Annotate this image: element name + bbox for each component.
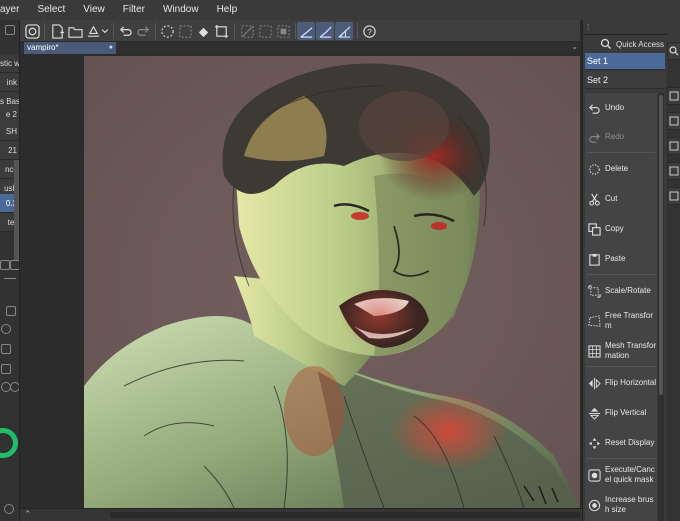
clip-studio-icon[interactable] (23, 22, 41, 40)
tab-menu-icon[interactable]: ⌄ (571, 42, 578, 51)
increase-brush-size-command[interactable]: Increase brush size (585, 490, 657, 520)
fill-icon[interactable] (176, 22, 194, 40)
cut-command[interactable]: Cut (585, 184, 657, 214)
side-dock (667, 42, 680, 521)
help-icon[interactable]: ? (360, 22, 378, 40)
scissors-icon (589, 193, 600, 206)
svg-text:?: ? (367, 26, 372, 36)
free-transform-icon (588, 314, 601, 327)
redo-icon[interactable] (134, 22, 152, 40)
trash-icon[interactable] (10, 260, 19, 270)
menu-bar: ayer Select View Filter Window Help (0, 0, 680, 20)
open-file-icon[interactable] (66, 22, 84, 40)
curve-snap-icon[interactable] (316, 22, 334, 40)
quick-access-panel: ⁞ Quick Access Set 1 Set 2 Undo Redo Del… (582, 20, 680, 521)
brush-list-item[interactable]: stic w (0, 54, 19, 73)
undo-command[interactable]: Undo (585, 93, 657, 123)
option-icon[interactable] (1, 364, 11, 374)
tool-property-panel: stic w ink s Basi e 2 SH 21 ncil ush 0.3… (0, 20, 20, 521)
color-wheel[interactable] (0, 428, 18, 458)
divider (4, 278, 16, 288)
color-options-icon[interactable] (4, 504, 14, 514)
lock-icon[interactable] (6, 306, 16, 316)
redo-command[interactable]: Redo (585, 122, 657, 152)
fill-alt-icon[interactable] (194, 22, 212, 40)
arrow-down-icon[interactable] (1, 344, 11, 354)
undo-icon (589, 103, 600, 114)
flip-horizontal-icon (588, 377, 601, 389)
panel-grip[interactable]: ⁞ (587, 23, 589, 32)
artwork-canvas[interactable] (84, 56, 580, 508)
quick-mask-icon (588, 468, 601, 482)
close-icon[interactable]: ● (109, 42, 113, 54)
flip-horizontal-command[interactable]: Flip Horizontal (585, 368, 657, 398)
line-snap-icon[interactable] (297, 22, 315, 40)
layer-property-icon[interactable] (667, 137, 680, 155)
auto-action-icon[interactable] (667, 187, 680, 205)
navigator-panel-icon[interactable] (667, 112, 680, 130)
clear-icon[interactable] (158, 22, 176, 40)
scrollbar[interactable] (14, 160, 19, 260)
status-bar: ⌃ (20, 508, 582, 521)
tab-document[interactable]: vampiro* ● (24, 42, 116, 54)
flip-vertical-icon (588, 407, 601, 420)
undo-icon[interactable] (116, 22, 134, 40)
search-icon[interactable] (10, 382, 19, 392)
menu-window[interactable]: Window (154, 0, 208, 20)
canvas-area[interactable] (20, 54, 582, 508)
mesh-transform-icon (588, 344, 601, 358)
free-transform-command[interactable]: Free Transform (585, 306, 657, 336)
menu-help[interactable]: Help (208, 0, 247, 20)
settings-icon[interactable] (1, 324, 11, 334)
brush-list-item[interactable]: SH (0, 122, 19, 141)
panel-header: Quick Access (583, 37, 665, 51)
mesh-transformation-command[interactable]: Mesh Transformation (585, 336, 657, 366)
search-icon (600, 38, 611, 49)
menu-layer[interactable]: ayer (0, 0, 28, 20)
deselect-icon[interactable] (238, 22, 256, 40)
paste-command[interactable]: Paste (585, 244, 657, 274)
menu-select[interactable]: Select (28, 0, 74, 20)
menu-view[interactable]: View (74, 0, 114, 20)
show-selection-icon[interactable] (274, 22, 292, 40)
collapse-icon[interactable]: ⌃ (24, 509, 32, 520)
copy-command[interactable]: Copy (585, 214, 657, 244)
command-list: Undo Redo Delete Cut Copy Paste Scale/Ro… (585, 93, 657, 521)
horizontal-scrollbar[interactable] (110, 512, 580, 518)
reset-display-icon (588, 437, 601, 449)
ruler-snap-icon[interactable] (335, 22, 353, 40)
chevron-down-icon[interactable] (100, 22, 110, 40)
scrollbar-thumb[interactable] (659, 95, 663, 395)
flip-vertical-command[interactable]: Flip Vertical (585, 398, 657, 428)
invert-icon[interactable] (256, 22, 274, 40)
history-panel-icon[interactable] (667, 162, 680, 180)
brush-list-item[interactable]: 21 (0, 141, 19, 160)
brush-list-item[interactable]: ink (0, 73, 19, 92)
copy-icon (588, 222, 601, 236)
set-item-1[interactable]: Set 1 (585, 53, 665, 70)
vertical-scrollbar[interactable] (658, 93, 664, 521)
quick-mask-command[interactable]: Execute/Cancel quick mask (585, 460, 657, 490)
scale-rotate-icon (588, 284, 601, 298)
panel-menu-icon[interactable] (5, 25, 15, 35)
panel-search-icon[interactable] (667, 42, 680, 60)
brush-size-icon (588, 499, 601, 511)
new-file-icon[interactable] (48, 22, 66, 40)
reset-display-command[interactable]: Reset Display (585, 428, 657, 458)
material-panel-icon[interactable] (667, 87, 680, 105)
scale-rotate-command[interactable]: Scale/Rotate (585, 276, 657, 306)
tab-title: vampiro* (27, 43, 59, 52)
menu-filter[interactable]: Filter (114, 0, 154, 20)
delete-command[interactable]: Delete (585, 154, 657, 184)
set-item-2[interactable]: Set 2 (585, 72, 665, 89)
command-bar: ? (20, 20, 580, 42)
document-tab-bar: vampiro* ● ⌄ (20, 42, 580, 54)
paste-icon (589, 253, 600, 266)
transform-icon[interactable] (212, 22, 230, 40)
panel-title: Quick Access (616, 39, 665, 49)
copy-brush-icon[interactable] (0, 260, 10, 270)
delete-icon (589, 163, 600, 175)
redo-icon (589, 132, 600, 143)
